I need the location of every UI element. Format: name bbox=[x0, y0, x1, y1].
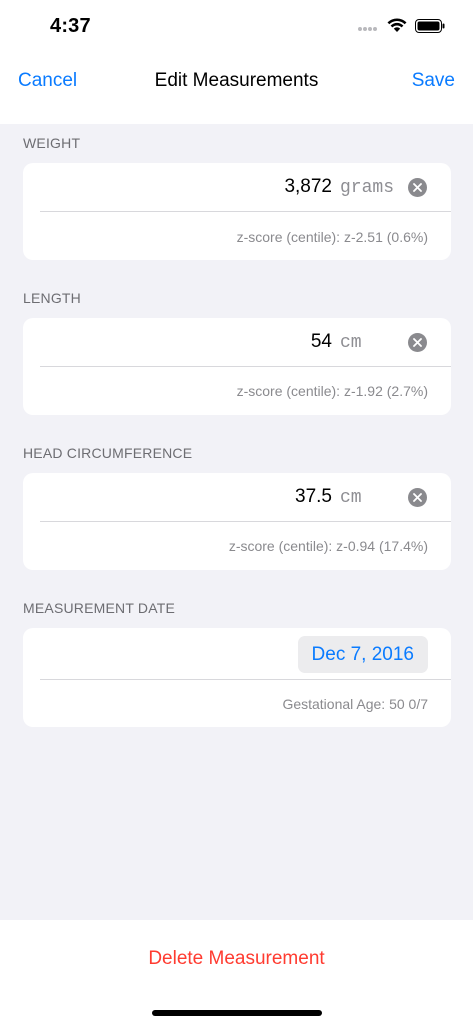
status-icons bbox=[357, 18, 445, 38]
weight-clear-button[interactable] bbox=[408, 178, 427, 197]
head-divider bbox=[40, 521, 451, 522]
weight-card: 3,872 grams z-score (centile): z-2.51 (0… bbox=[23, 163, 451, 260]
weight-unit-label: grams bbox=[340, 178, 395, 198]
length-input-row[interactable]: 54 cm bbox=[23, 318, 451, 366]
status-bar: 4:37 bbox=[0, 0, 473, 58]
wifi-icon bbox=[387, 18, 407, 38]
head-clear-button[interactable] bbox=[408, 488, 427, 507]
bottom-toolbar: Delete Measurement bbox=[0, 920, 473, 1024]
clear-circle-icon bbox=[413, 183, 422, 192]
length-value-field[interactable]: 54 bbox=[311, 331, 332, 353]
home-indicator[interactable] bbox=[152, 1010, 322, 1016]
save-button[interactable]: Save bbox=[412, 70, 455, 92]
length-section-header: LENGTH bbox=[23, 290, 81, 306]
head-value-field[interactable]: 37.5 bbox=[295, 486, 332, 508]
length-unit-label: cm bbox=[340, 333, 362, 353]
status-time: 4:37 bbox=[50, 15, 91, 37]
length-zscore: z-score (centile): z-1.92 (2.7%) bbox=[236, 383, 428, 399]
delete-measurement-button[interactable]: Delete Measurement bbox=[0, 948, 473, 970]
gestational-age-label: Gestational Age: 50 0/7 bbox=[282, 696, 428, 712]
weight-value-field[interactable]: 3,872 bbox=[284, 176, 332, 198]
battery-icon bbox=[415, 18, 445, 38]
date-divider bbox=[40, 679, 451, 680]
weight-input-row[interactable]: 3,872 grams bbox=[23, 163, 451, 211]
date-card: Dec 7, 2016 Gestational Age: 50 0/7 bbox=[23, 628, 451, 727]
head-zscore: z-score (centile): z-0.94 (17.4%) bbox=[228, 538, 428, 554]
date-picker-button[interactable]: Dec 7, 2016 bbox=[297, 636, 428, 673]
cellular-signal-icon bbox=[357, 19, 379, 37]
length-divider bbox=[40, 366, 451, 367]
head-card: 37.5 cm z-score (centile): z-0.94 (17.4%… bbox=[23, 473, 451, 570]
head-unit-label: cm bbox=[340, 488, 362, 508]
page-title: Edit Measurements bbox=[154, 70, 319, 91]
clear-circle-icon bbox=[413, 493, 422, 502]
weight-zscore: z-score (centile): z-2.51 (0.6%) bbox=[236, 229, 428, 245]
head-section-header: HEAD CIRCUMFERENCE bbox=[23, 445, 193, 461]
date-section-header: MEASUREMENT DATE bbox=[23, 600, 176, 616]
length-clear-button[interactable] bbox=[408, 333, 427, 352]
clear-circle-icon bbox=[413, 338, 422, 347]
weight-section-header: WEIGHT bbox=[23, 135, 81, 151]
head-input-row[interactable]: 37.5 cm bbox=[23, 473, 451, 521]
weight-divider bbox=[40, 211, 451, 212]
length-card: 54 cm z-score (centile): z-1.92 (2.7%) bbox=[23, 318, 451, 415]
navigation-bar: Cancel Edit Measurements Save bbox=[0, 58, 473, 124]
